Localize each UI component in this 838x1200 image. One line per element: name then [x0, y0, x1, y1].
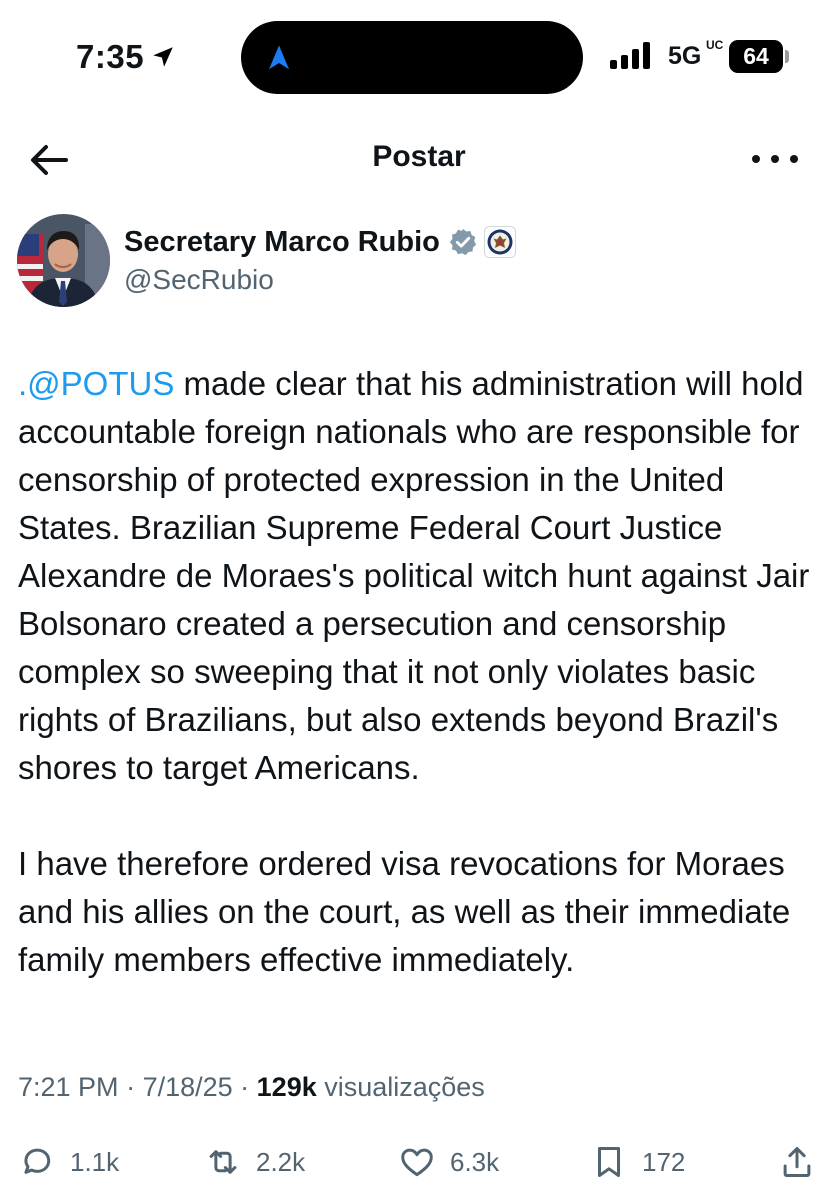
views-label: visualizações	[316, 1072, 485, 1102]
cellular-signal-icon	[610, 41, 656, 69]
bookmark-count: 172	[642, 1146, 686, 1177]
share-icon	[783, 1147, 811, 1177]
reply-button[interactable]: 1.1k	[18, 1134, 119, 1190]
meta-separator: ·	[118, 1072, 143, 1102]
battery-indicator: 64	[729, 40, 783, 73]
author-name-row: Secretary Marco Rubio	[124, 222, 516, 262]
tweet-paragraph: .@POTUS made clear that his administrati…	[18, 360, 828, 792]
avatar-image	[17, 214, 110, 307]
like-button[interactable]: 6.3k	[398, 1134, 499, 1190]
avatar[interactable]	[17, 214, 110, 307]
battery-level: 64	[743, 43, 769, 69]
author-handle[interactable]: @SecRubio	[124, 264, 274, 296]
bookmark-icon	[597, 1147, 621, 1177]
post-time[interactable]: 7:21 PM	[18, 1072, 119, 1102]
post-date[interactable]: 7/18/25	[143, 1072, 233, 1102]
tweet-meta: 7:21 PM · 7/18/25 · 129k visualizações	[18, 1072, 485, 1103]
view-count: 129k	[256, 1072, 317, 1102]
status-bar: 7:35 5G UC 64	[0, 0, 838, 120]
verified-badge-icon[interactable]	[448, 227, 478, 257]
network-subtype: UC	[706, 38, 724, 52]
more-icon-dot	[790, 155, 798, 163]
tweet-paragraph-text: made clear that his administration will …	[18, 365, 810, 786]
reply-count: 1.1k	[70, 1146, 120, 1177]
repost-count: 2.2k	[256, 1146, 306, 1177]
battery-tip	[785, 50, 789, 63]
tweet-paragraph: I have therefore ordered visa revocation…	[18, 845, 791, 978]
location-arrow-icon	[153, 47, 173, 67]
like-count: 6.3k	[450, 1146, 500, 1177]
more-icon-dot	[771, 155, 779, 163]
status-time-text: 7:35	[76, 38, 145, 75]
page-title: Postar	[372, 140, 466, 173]
navigation-arrow-icon	[269, 45, 289, 70]
post-header: Postar	[0, 120, 838, 200]
action-bar: 1.1k 2.2k 6.3k 172	[0, 1134, 838, 1190]
repost-button[interactable]: 2.2k	[204, 1134, 305, 1190]
more-icon-dot	[752, 155, 760, 163]
meta-separator: ·	[232, 1072, 257, 1102]
bookmark-button[interactable]: 172	[590, 1134, 685, 1190]
reply-icon	[24, 1148, 51, 1174]
state-department-seal-icon[interactable]	[483, 226, 516, 258]
repost-icon	[209, 1150, 237, 1174]
network-type: 5G	[668, 42, 702, 70]
tweet-text: .@POTUS made clear that his administrati…	[18, 360, 828, 984]
more-options-button[interactable]	[752, 144, 798, 174]
share-button[interactable]	[778, 1134, 816, 1190]
status-time: 7:35	[76, 38, 176, 76]
author-name[interactable]: Secretary Marco Rubio	[124, 226, 440, 259]
mention-link[interactable]: .@POTUS	[18, 365, 174, 402]
like-icon	[401, 1148, 433, 1177]
